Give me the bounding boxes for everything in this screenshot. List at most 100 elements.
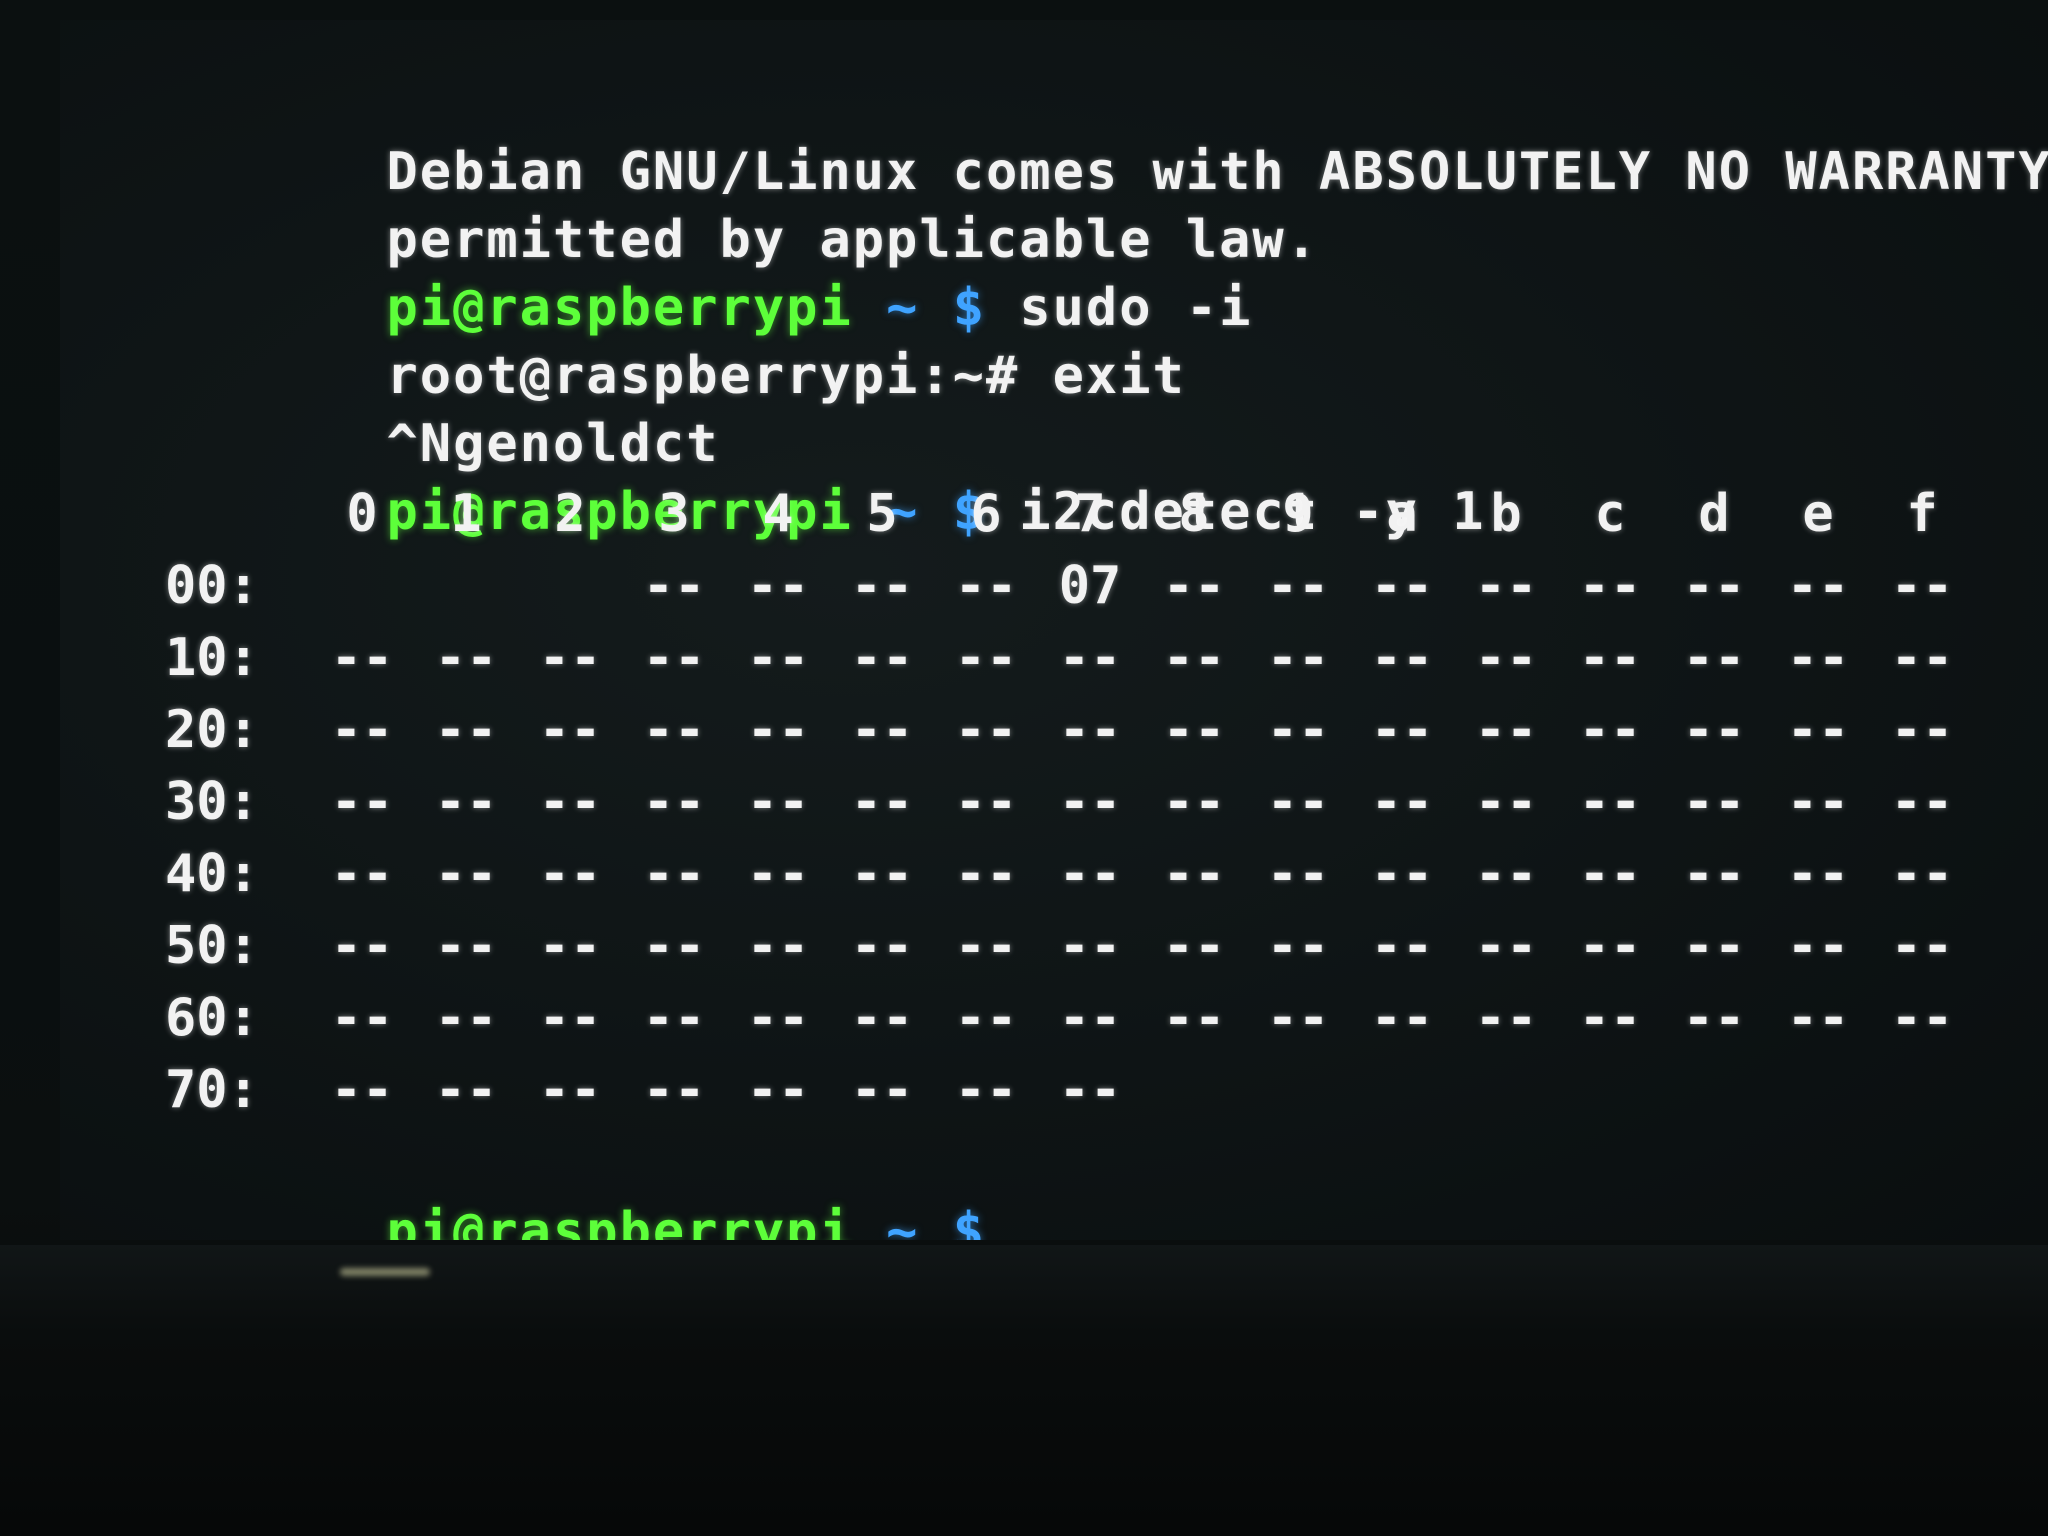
i2c-empty-address: --	[1266, 988, 1330, 1048]
i2c-header-cell: 7	[1074, 484, 1106, 544]
i2c-empty-address: --	[1890, 916, 1954, 976]
i2c-row: 40: -- -- -- -- -- -- -- -- -- -- -- -- -- -- -- --	[120, 838, 2048, 910]
i2c-empty-address: --	[434, 772, 498, 832]
i2c-empty-address: --	[1058, 1060, 1122, 1120]
i2c-empty-address: --	[1370, 844, 1434, 904]
i2c-empty-address: --	[1058, 916, 1122, 976]
i2c-empty-address: --	[954, 1060, 1018, 1120]
i2c-empty-address: --	[1474, 700, 1538, 760]
i2c-empty-address: --	[1578, 916, 1642, 976]
i2c-empty-address: --	[1162, 916, 1226, 976]
i2c-empty-address: --	[434, 988, 498, 1048]
i2c-empty-address: --	[538, 988, 602, 1048]
i2c-header-cell: 5	[866, 484, 898, 544]
i2c-empty-address: --	[434, 916, 498, 976]
command-exit: exit	[1052, 346, 1186, 406]
i2c-empty-address: --	[1058, 700, 1122, 760]
i2c-row: 50: -- -- -- -- -- -- -- -- -- -- -- -- -- -- -- --	[120, 910, 2048, 982]
i2c-empty-address: --	[1162, 772, 1226, 832]
i2c-empty-address: --	[330, 916, 394, 976]
i2c-header-cell: f	[1906, 484, 1938, 544]
i2c-empty-address: --	[746, 844, 810, 904]
i2c-empty-address: --	[954, 556, 1018, 616]
prompt-line-current: pi@raspberrypi ~ $	[120, 1130, 2048, 1240]
i2c-empty-address: --	[746, 988, 810, 1048]
i2c-row-label: 00:	[165, 556, 259, 616]
i2c-empty-address: --	[1058, 772, 1122, 832]
i2c-empty-address: --	[1890, 628, 1954, 688]
i2c-empty-address: --	[1682, 988, 1746, 1048]
i2c-empty-address: --	[746, 916, 810, 976]
i2c-detect-table: 0 1 2 3 4 5 6 7 8 9 a b c d e f 00: -- -- -- -- 07 -- -- -- -- -- -…	[120, 478, 2048, 1126]
i2c-header-cell: 6	[970, 484, 1002, 544]
i2c-header-cell: 0	[346, 484, 378, 544]
i2c-empty-address: --	[1370, 700, 1434, 760]
i2c-header-cell: 1	[450, 484, 482, 544]
i2c-empty-address: --	[538, 844, 602, 904]
i2c-empty-address: --	[434, 1060, 498, 1120]
i2c-empty-address: --	[746, 1060, 810, 1120]
i2c-row: 10: -- -- -- -- -- -- -- -- -- -- -- -- -- -- -- --	[120, 622, 2048, 694]
i2c-empty-address: --	[954, 844, 1018, 904]
i2c-empty-address: --	[330, 988, 394, 1048]
i2c-empty-address: --	[538, 772, 602, 832]
i2c-row: 00: -- -- -- -- 07 -- -- -- -- -- -- -- --	[120, 550, 2048, 622]
i2c-empty-address: --	[1786, 916, 1850, 976]
i2c-empty-address: --	[642, 772, 706, 832]
i2c-empty-address: --	[330, 1060, 394, 1120]
i2c-empty-address: --	[1578, 772, 1642, 832]
i2c-row-label: 50:	[165, 916, 259, 976]
i2c-empty-address: --	[1474, 628, 1538, 688]
i2c-row: 60: -- -- -- -- -- -- -- -- -- -- -- -- -- -- -- --	[120, 982, 2048, 1054]
i2c-empty-address: --	[1682, 700, 1746, 760]
prompt-dollar: $	[952, 278, 986, 338]
i2c-empty-address: --	[642, 628, 706, 688]
i2c-empty-address: --	[642, 916, 706, 976]
prompt-tilde: ~	[886, 1202, 920, 1240]
i2c-row-label: 10:	[165, 628, 259, 688]
i2c-empty-address: --	[1786, 772, 1850, 832]
i2c-empty-address: --	[1266, 844, 1330, 904]
i2c-empty-address: --	[1162, 556, 1226, 616]
i2c-empty-address: --	[1682, 844, 1746, 904]
i2c-empty-address: --	[1370, 628, 1434, 688]
i2c-header-cell: 8	[1178, 484, 1210, 544]
i2c-empty-address: --	[1682, 628, 1746, 688]
i2c-empty-address: --	[1370, 916, 1434, 976]
i2c-empty-address: --	[850, 1060, 914, 1120]
terminal-screen[interactable]: Debian GNU/Linux comes with ABSOLUTELY N…	[60, 20, 2048, 1240]
i2c-empty-address: --	[954, 700, 1018, 760]
i2c-empty-address: --	[1786, 628, 1850, 688]
i2c-empty-address: --	[538, 1060, 602, 1120]
i2c-empty-address: --	[642, 1060, 706, 1120]
i2c-empty-address: --	[642, 844, 706, 904]
i2c-empty-address: --	[1786, 844, 1850, 904]
i2c-empty-address: --	[434, 844, 498, 904]
bezel-reflection	[340, 1268, 430, 1276]
i2c-empty-address: --	[954, 628, 1018, 688]
warranty-line-1: Debian GNU/Linux comes with ABSOLUTELY N…	[120, 70, 2048, 202]
i2c-empty-address: --	[434, 628, 498, 688]
i2c-empty-address: --	[1890, 556, 1954, 616]
i2c-detected-address: 07	[1058, 556, 1122, 616]
i2c-empty-address: --	[1266, 772, 1330, 832]
monitor-bezel	[0, 1245, 2048, 1536]
command-sudo: sudo -i	[1019, 278, 1253, 338]
i2c-empty-address: --	[538, 916, 602, 976]
i2c-empty-address: --	[1786, 988, 1850, 1048]
i2c-row: 20: -- -- -- -- -- -- -- -- -- -- -- -- -- -- -- --	[120, 694, 2048, 766]
i2c-empty-address: --	[1370, 772, 1434, 832]
i2c-empty-address: --	[1162, 700, 1226, 760]
i2c-empty-address: --	[850, 916, 914, 976]
i2c-header-cell: e	[1802, 484, 1834, 544]
i2c-header-cell: 9	[1282, 484, 1314, 544]
i2c-empty-address: --	[642, 556, 706, 616]
i2c-row-label: 60:	[165, 988, 259, 1048]
i2c-empty-address: --	[1890, 772, 1954, 832]
i2c-empty-address: --	[1890, 700, 1954, 760]
i2c-empty-address: --	[850, 844, 914, 904]
i2c-empty-address: --	[746, 772, 810, 832]
i2c-empty-address: --	[1682, 772, 1746, 832]
i2c-row: 30: -- -- -- -- -- -- -- -- -- -- -- -- -- -- -- --	[120, 766, 2048, 838]
i2c-header-cell: a	[1386, 484, 1418, 544]
